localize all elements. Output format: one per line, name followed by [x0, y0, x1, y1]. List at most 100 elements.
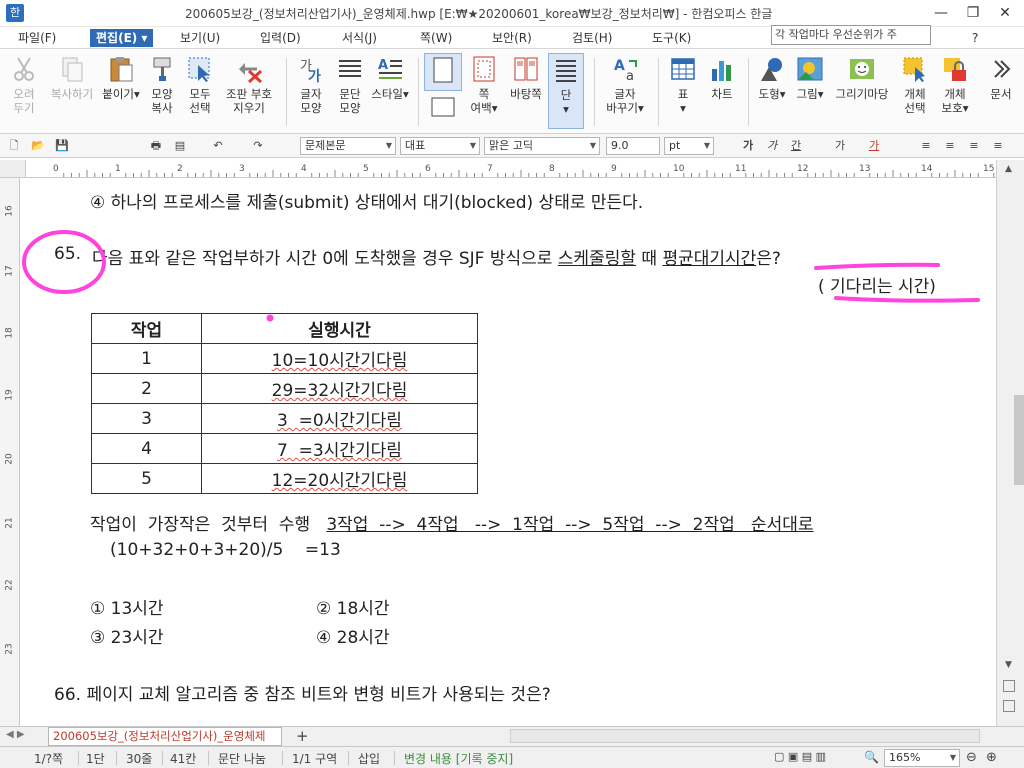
page-view-button[interactable] [424, 53, 462, 91]
paragraph-icon [339, 60, 361, 77]
open-folder-icon[interactable]: 📂 [30, 138, 46, 154]
align-justify-icon[interactable]: ≡ [918, 138, 934, 154]
tab-prev-icon[interactable]: ◀ ▶ [6, 729, 25, 740]
status-track-changes[interactable]: 변경 내용 [기록 중지] [404, 750, 513, 767]
ruler-number: 2 [177, 164, 183, 174]
status-divider [394, 751, 395, 765]
menu-security[interactable]: 보안(R) [492, 29, 532, 47]
font-select[interactable]: 맑은 고딕 ▼ [484, 137, 600, 155]
hwp-app-icon[interactable]: 한 [6, 4, 24, 22]
chart-button[interactable]: 차트 [704, 53, 740, 129]
horizontal-scrollbar[interactable] [510, 729, 980, 743]
vertical-ruler[interactable]: 16 17 18 19 20 21 22 23 [0, 178, 20, 726]
save-icon[interactable]: 💾 [54, 138, 70, 154]
italic-button[interactable]: 가 [764, 138, 780, 154]
scroll-up-icon[interactable]: ▲ [1005, 164, 1012, 174]
menu-review[interactable]: 검토(H) [572, 29, 612, 47]
undo-icon[interactable]: ↶ [210, 138, 226, 154]
copy-button[interactable]: 복사하기 [46, 53, 98, 129]
object-select-button[interactable]: 개체 선택 [896, 53, 934, 129]
bar-chart-icon [712, 61, 731, 81]
ribbon-divider [594, 58, 595, 126]
lock-icon [944, 58, 966, 81]
page-up-icon[interactable] [1003, 680, 1015, 692]
ruler-ticks: 0 1 2 3 4 5 6 7 8 9 10 11 12 13 14 15 [53, 164, 1018, 177]
shape-button[interactable]: 도형▾ [754, 53, 790, 129]
font-color-button[interactable]: 가 [866, 138, 882, 154]
status-divider [116, 751, 117, 765]
paste-button[interactable]: 붙이기▾ [100, 53, 142, 129]
font-select-value: 맑은 고딕 [489, 139, 533, 152]
lang-select[interactable]: 대표 ▼ [400, 137, 480, 155]
format-copy-button[interactable]: 모양 복사 [144, 53, 180, 129]
help-button[interactable]: ? [972, 29, 978, 47]
menu-file[interactable]: 파일(F) [18, 29, 56, 47]
char-shape-button[interactable]: 가가 글자 모양 [292, 53, 330, 129]
more-ribbon-button[interactable]: 문서 [986, 53, 1016, 129]
scroll-thumb[interactable] [1014, 395, 1024, 485]
unit-select[interactable]: pt ▼ [664, 137, 714, 155]
underline-button[interactable]: 간 [788, 138, 804, 154]
draw-market-button[interactable]: 그리기마당 [830, 53, 894, 129]
minimize-button[interactable]: — [926, 2, 956, 24]
document-area[interactable]: ④ 하나의 프로세스를 제출(submit) 상태에서 대기(blocked) … [20, 178, 996, 726]
align-right-icon[interactable]: ≡ [990, 138, 1006, 154]
menu-format[interactable]: 서식(J) [342, 29, 377, 47]
column-button[interactable]: 단 ▾ [548, 53, 584, 129]
style-button[interactable]: A 스타일▾ [370, 53, 410, 129]
new-doc-icon[interactable]: 🗋 [6, 138, 22, 154]
margin-icon [473, 56, 495, 82]
style-select[interactable]: 문제본문 ▼ [300, 137, 396, 155]
redo-icon[interactable]: ↷ [250, 138, 266, 154]
menu-edit[interactable]: 편집(E) ▾ [90, 29, 154, 47]
cut-button[interactable]: 오려 두기 [4, 53, 44, 129]
char-change-button[interactable]: Aa 글자 바꾸기▾ [600, 53, 650, 129]
vruler-number: 16 [4, 205, 15, 217]
zoom-select[interactable]: 165% ▼ [884, 749, 960, 767]
menu-view[interactable]: 보기(U) [180, 29, 220, 47]
align-center-icon[interactable]: ≡ [966, 138, 982, 154]
print-icon[interactable]: 🖶 [148, 138, 164, 154]
para-shape-button[interactable]: 문단 모양 [332, 53, 368, 129]
status-page[interactable]: 1/?쪽 [34, 750, 63, 767]
task-search-input[interactable]: 각 작업마다 우선순위가 주 [771, 25, 931, 45]
ribbon-toolbar: 오려 두기 복사하기 붙이기▾ 모양 복사 모두 선택 조판 부호 지우기 가가 글자 모… [0, 50, 1024, 134]
page-down-icon[interactable] [1003, 700, 1015, 712]
strike-button[interactable]: 가 [832, 138, 848, 154]
menu-insert[interactable]: 입력(D) [260, 29, 301, 47]
add-tab-button[interactable]: + [296, 727, 309, 745]
page-margin-button[interactable]: 쪽 여백▾ [464, 53, 504, 129]
menu-tools[interactable]: 도구(K) [652, 29, 691, 47]
object-protect-button[interactable]: 개체 보호▾ [936, 53, 974, 129]
font-size-select[interactable]: 9.0 [606, 137, 660, 155]
select-all-button[interactable]: 모두 선택 [182, 53, 218, 129]
ruler-number: 4 [301, 164, 307, 174]
bold-button[interactable]: 가 [740, 138, 756, 154]
char-change-label-2: 바꾸기 [606, 101, 638, 115]
zoom-in-button[interactable]: ⊕ [986, 750, 997, 765]
status-insert-mode[interactable]: 삽입 [358, 750, 380, 767]
restore-button[interactable]: ❐ [958, 2, 988, 24]
page-layout-button[interactable] [424, 92, 462, 128]
master-page-button[interactable]: 바탕쪽 [506, 53, 546, 129]
close-button[interactable]: ✕ [990, 2, 1020, 24]
zoom-out-button[interactable]: ⊖ [966, 750, 977, 765]
tab-document[interactable]: 200605보강_(정보처리산업기사)_운영체제 [48, 727, 282, 746]
horizontal-ruler[interactable]: 0 1 2 3 4 5 6 7 8 9 10 11 12 13 14 15 [26, 160, 1018, 178]
menu-page[interactable]: 쪽(W) [420, 29, 452, 47]
scroll-down-icon[interactable]: ▼ [1005, 660, 1012, 670]
view-mode-icons[interactable]: ▢ ▣ ▤ ▥ [774, 750, 826, 763]
unit-value: pt [669, 139, 681, 152]
char-shape-label-1: 글자 [300, 87, 322, 101]
ruler-number: 8 [549, 164, 555, 174]
ribbon-divider [748, 58, 749, 126]
status-section: 1/1 구역 [292, 752, 338, 766]
char-shape-label-2: 모양 [300, 101, 322, 115]
preview-icon[interactable]: ▤ [172, 138, 188, 154]
status-divider [208, 751, 209, 765]
picture-button[interactable]: 그림▾ [792, 53, 828, 129]
align-left-icon[interactable]: ≡ [942, 138, 958, 154]
table-button[interactable]: 표 ▾ [664, 53, 702, 129]
clear-format-button[interactable]: 조판 부호 지우기 [220, 53, 278, 129]
zoom-icon[interactable]: 🔍 [864, 750, 879, 764]
